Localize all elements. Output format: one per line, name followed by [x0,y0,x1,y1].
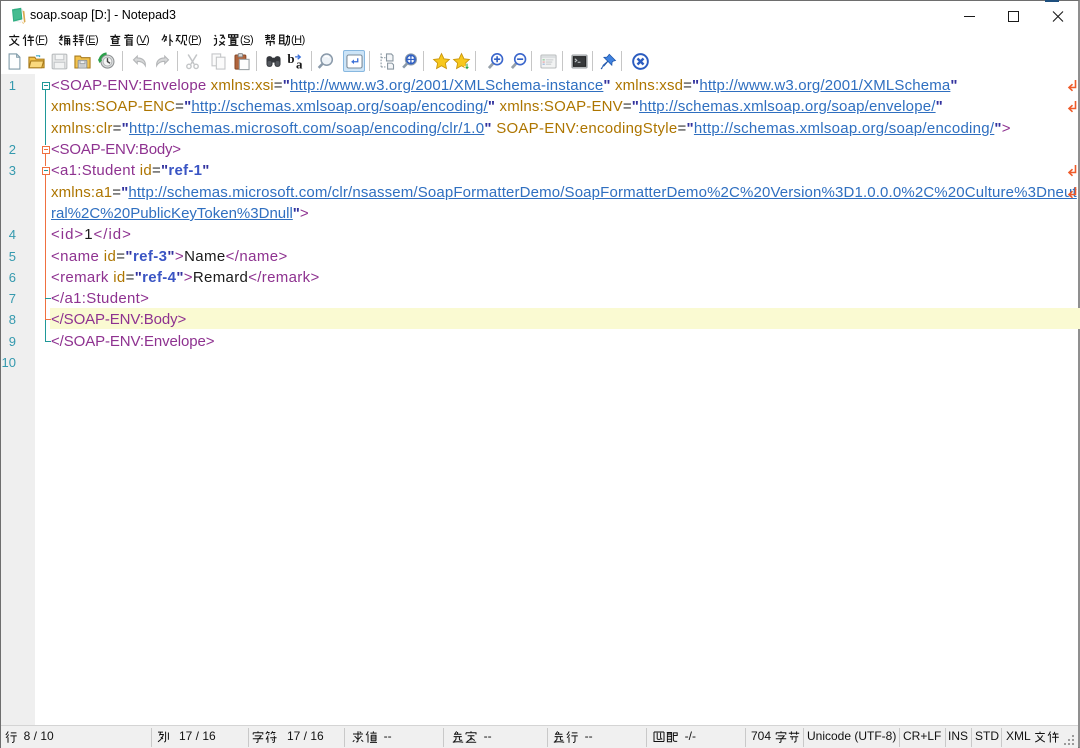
svg-text:b: b [287,52,294,66]
